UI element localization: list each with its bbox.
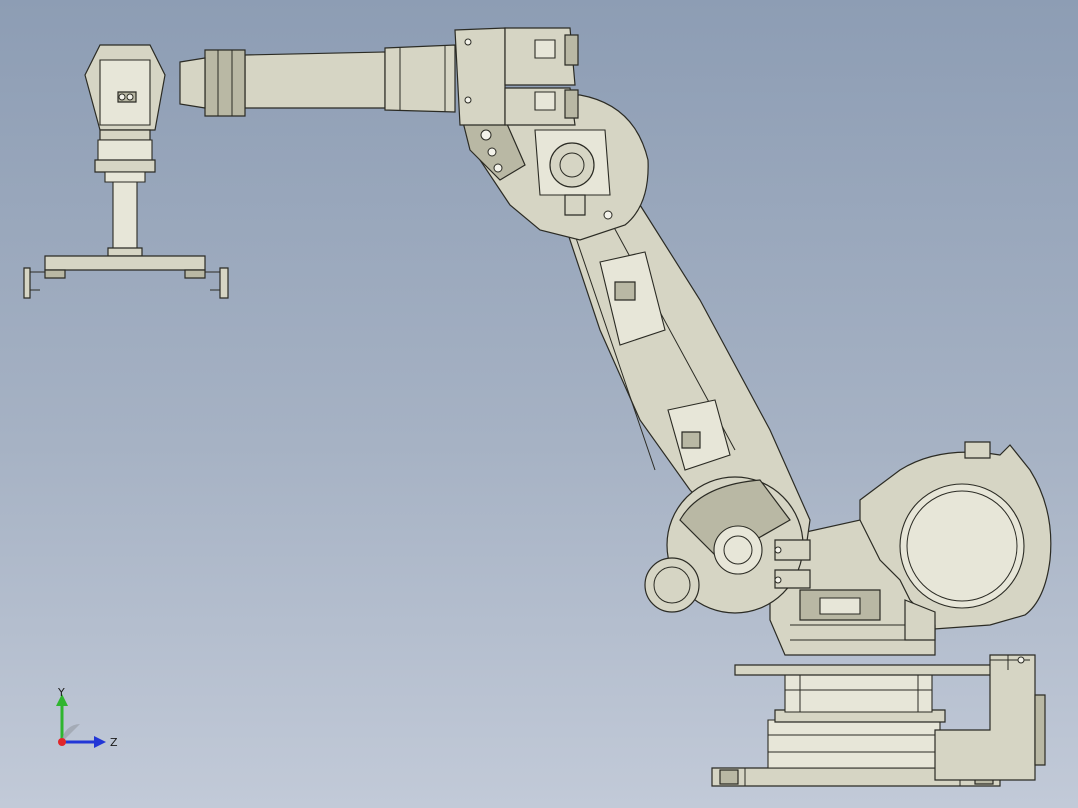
axis4-motor-pack: [454, 27, 579, 126]
end-effector-gripper: [23, 255, 229, 299]
upper-arm: [179, 44, 456, 117]
wrist-assembly: [84, 44, 166, 257]
z-axis-label: Z: [110, 736, 118, 749]
robot-arm-model[interactable]: [0, 0, 1078, 808]
axis-triad: Y Z: [56, 686, 118, 749]
y-axis-label: Y: [57, 686, 65, 699]
x-axis-dot: [58, 738, 66, 746]
z-axis-arrowhead: [94, 736, 106, 748]
cad-viewport[interactable]: Y Z: [0, 0, 1078, 808]
